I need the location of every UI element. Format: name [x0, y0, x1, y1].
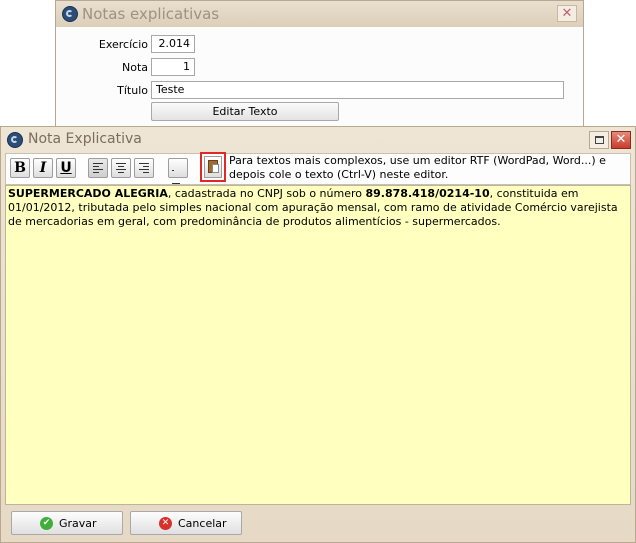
app-logo-icon: [62, 6, 78, 22]
nota-label: Nota: [121, 61, 148, 74]
align-left-button[interactable]: [88, 158, 108, 178]
action-bar: ✔ Gravar ✕ Cancelar: [1, 509, 635, 541]
cancelar-button[interactable]: ✕ Cancelar: [130, 511, 242, 535]
paste-hint-text: Para textos mais complexos, use um edito…: [229, 154, 606, 181]
paste-button[interactable]: [200, 152, 226, 182]
bg-window-titlebar[interactable]: Notas explicativas ✕: [56, 1, 583, 27]
align-right-button[interactable]: [134, 158, 154, 178]
company-name: SUPERMERCADO ALEGRIA: [8, 187, 168, 200]
bold-button[interactable]: B: [10, 158, 30, 178]
underline-button[interactable]: U: [56, 158, 76, 178]
bold-icon: B: [14, 160, 26, 176]
background-window: Notas explicativas ✕ Exercício 2.014 Not…: [55, 0, 584, 130]
gravar-button[interactable]: ✔ Gravar: [11, 511, 123, 535]
close-button[interactable]: ✕: [611, 131, 631, 149]
paste-button-face: [204, 156, 222, 178]
nota-explicativa-window: Nota Explicativa ✕ B I U Para textos mai…: [0, 126, 636, 543]
titulo-field[interactable]: Teste: [151, 81, 564, 99]
cancel-icon-glyph: ✕: [161, 518, 170, 528]
align-right-icon: [139, 163, 149, 175]
main-window-title: Nota Explicativa: [28, 131, 142, 147]
editor-text-part-1: , cadastrada no CNPJ sob o número: [167, 187, 366, 200]
italic-button[interactable]: I: [33, 158, 53, 178]
check-icon: ✔: [40, 517, 53, 530]
italic-icon: I: [39, 160, 47, 176]
cancel-icon: ✕: [159, 517, 172, 530]
underline-icon: U: [60, 160, 72, 176]
cnpj-number: 89.878.418/0214-10: [365, 187, 490, 200]
align-left-icon: [93, 163, 103, 175]
main-window-titlebar[interactable]: Nota Explicativa ✕: [1, 127, 635, 153]
cancelar-label: Cancelar: [178, 517, 227, 530]
bg-window-title: Notas explicativas: [82, 5, 220, 23]
check-icon-glyph: ✔: [42, 518, 51, 528]
bg-close-button[interactable]: ✕: [557, 5, 577, 22]
editar-texto-button[interactable]: Editar Texto: [151, 102, 339, 121]
align-center-icon: [116, 163, 126, 175]
format-toolbar: B I U Para textos mais complexos, use um…: [5, 152, 631, 236]
maximize-button[interactable]: [589, 131, 609, 149]
paste-clipboard-icon: [208, 160, 219, 173]
exercicio-field[interactable]: 2.014: [151, 35, 195, 53]
rich-text-editor[interactable]: SUPERMERCADO ALEGRIA, cadastrada no CNPJ…: [5, 185, 631, 505]
nota-field[interactable]: 1: [151, 58, 195, 76]
align-center-button[interactable]: [111, 158, 131, 178]
exercicio-label: Exercício: [98, 38, 148, 51]
titulo-label: Título: [117, 84, 148, 97]
app-logo-icon: [7, 132, 23, 148]
gravar-label: Gravar: [59, 517, 97, 530]
bullet-list-button[interactable]: [168, 158, 188, 236]
